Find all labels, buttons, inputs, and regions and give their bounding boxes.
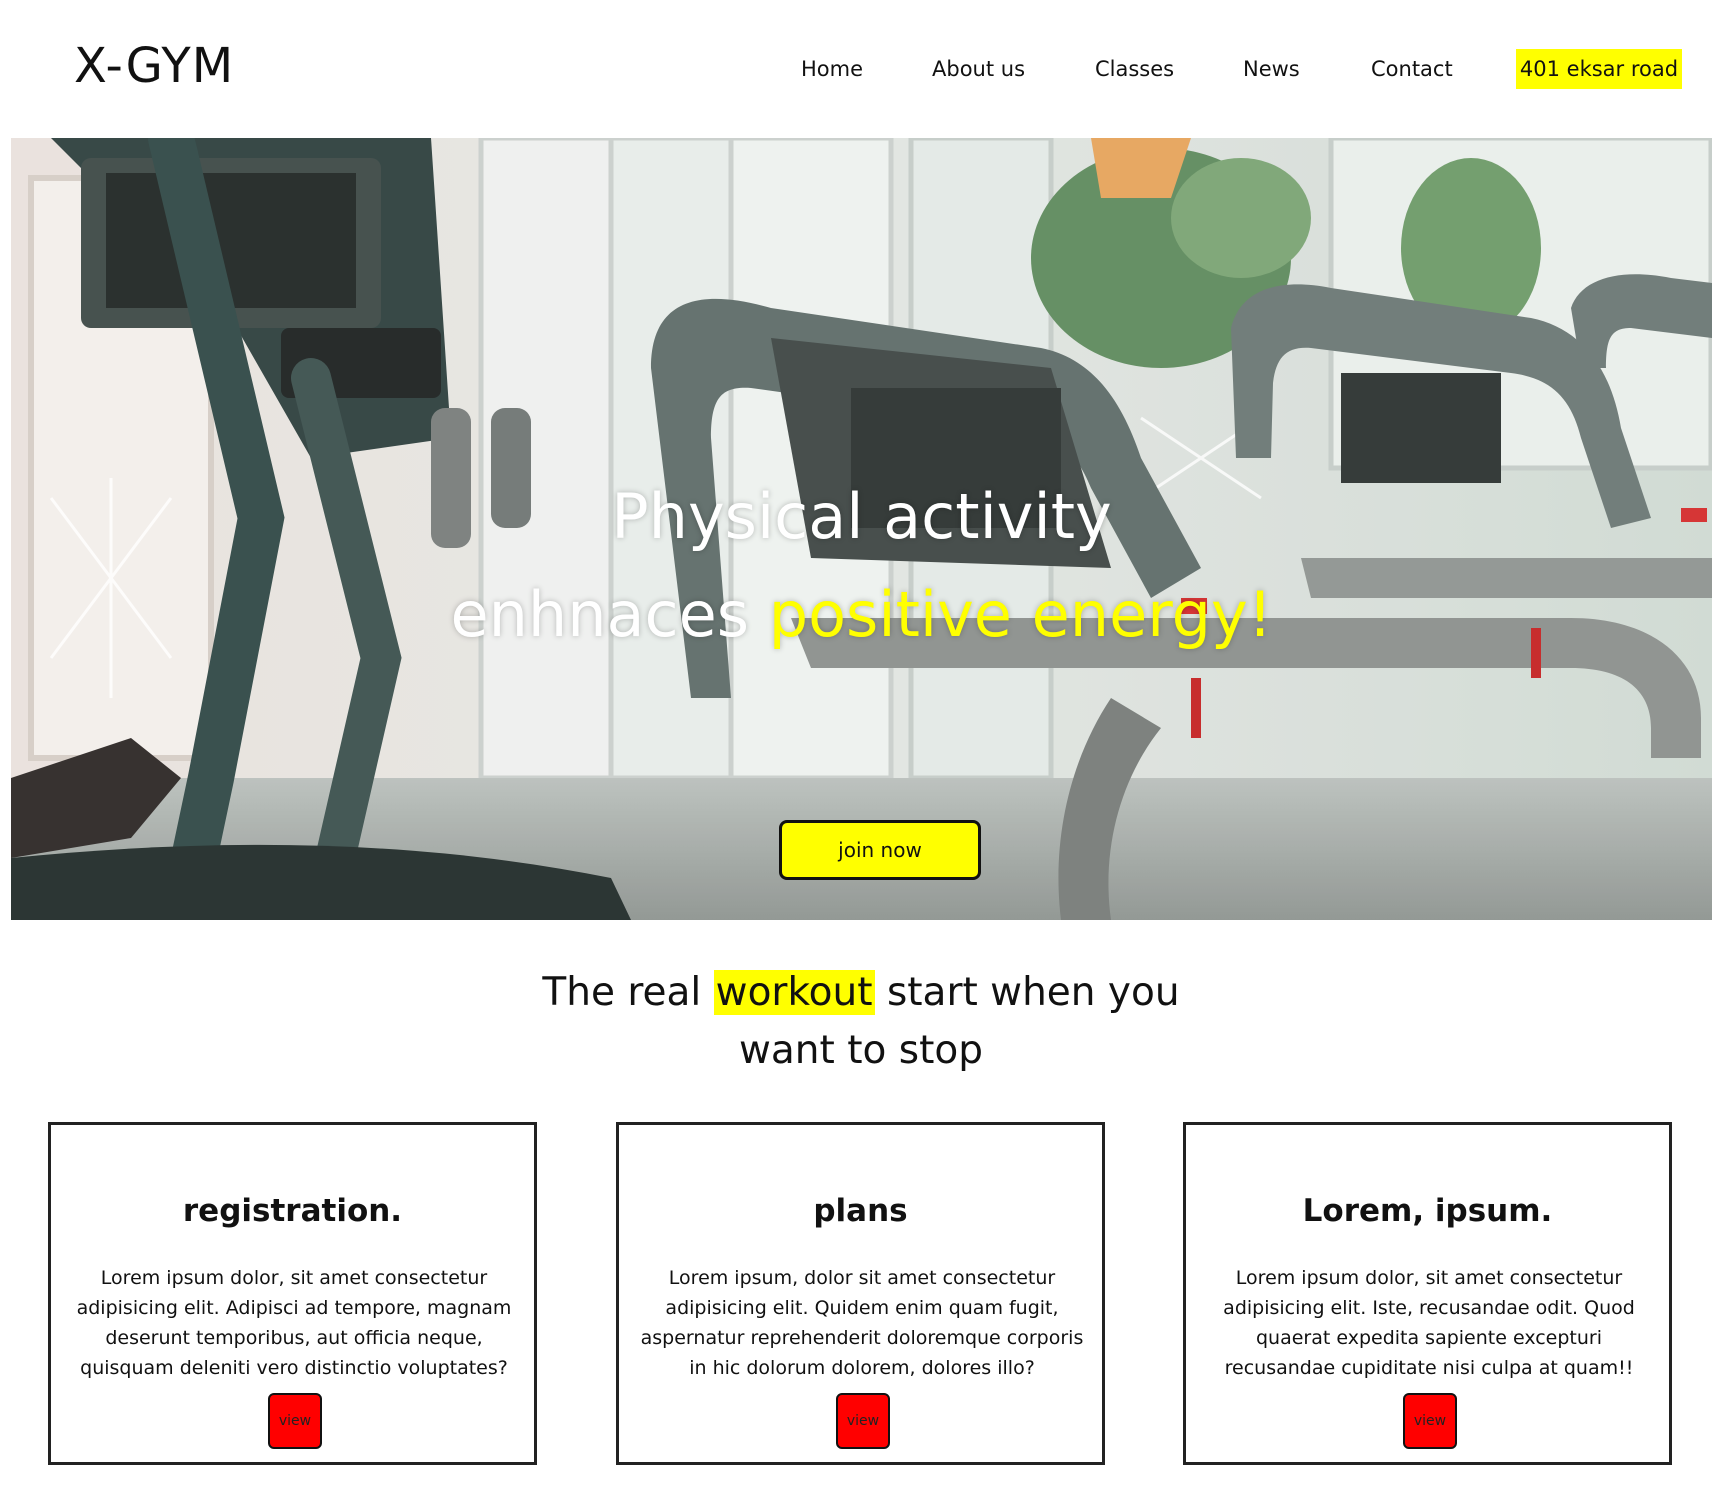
card-title: Lorem, ipsum. [1302,1193,1553,1229]
card-text: Lorem ipsum dolor, sit amet consectetur … [76,1267,512,1379]
card-lorem-ipsum: Lorem, ipsum. Lorem ipsum dolor, sit ame… [1183,1122,1672,1465]
view-button[interactable]: view [1403,1393,1457,1449]
nav-about-us[interactable]: About us [932,57,1025,81]
page: X-GYM Home About us Classes News Contact… [0,0,1722,1485]
nav-home[interactable]: Home [801,57,863,81]
card-plans: plans Lorem ipsum, dolor sit amet consec… [616,1122,1105,1465]
card-title: registration. [182,1193,403,1229]
main-nav: Home About us Classes News Contact [0,55,1722,91]
join-now-button[interactable]: join now [779,820,981,880]
view-button[interactable]: view [268,1393,322,1449]
hero-headline-word: enhnaces [450,578,750,651]
site-header: X-GYM Home About us Classes News Contact… [0,0,1722,138]
card-text: Lorem ipsum, dolor sit amet consectetur … [640,1267,1084,1379]
view-button[interactable]: view [836,1393,890,1449]
card-title: plans [813,1193,908,1229]
hero-headline-line2: enhnaces positive energy! [11,578,1712,651]
card-registration: registration. Lorem ipsum dolor, sit ame… [48,1122,537,1465]
card-text: Lorem ipsum dolor, sit amet consectetur … [1223,1267,1635,1379]
tagline-text: start when you [886,970,1180,1015]
hero-banner: Physical activity enhnaces positive ener… [11,138,1712,920]
tagline: The real workout start when you want to … [0,964,1722,1080]
nav-classes[interactable]: Classes [1095,57,1174,81]
address-badge[interactable]: 401 eksar road [1516,49,1682,89]
hero-headline-line1: Physical activity [611,480,1112,553]
tagline-text: want to stop [739,1028,983,1073]
tagline-text: The real [542,970,702,1015]
nav-news[interactable]: News [1243,57,1300,81]
nav-contact[interactable]: Contact [1371,57,1453,81]
hero-headline-highlight: positive energy! [768,578,1273,651]
tagline-highlight: workout [713,970,875,1015]
